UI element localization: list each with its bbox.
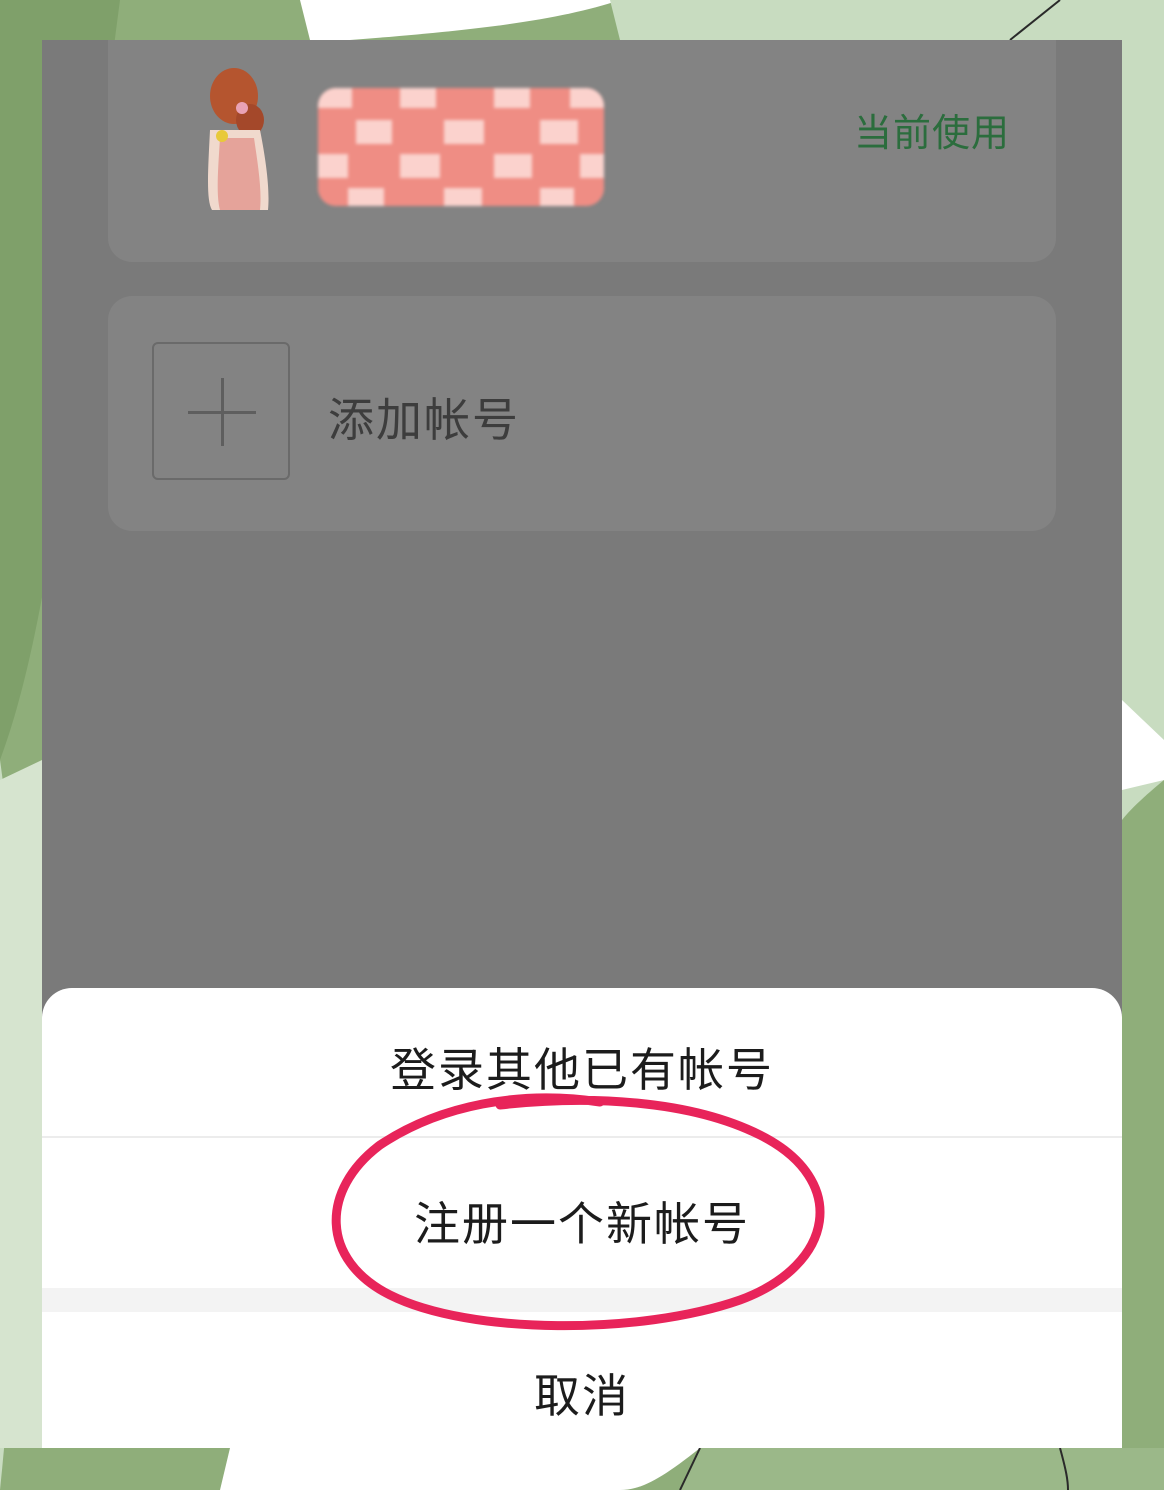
section-gap	[42, 1288, 1122, 1312]
add-account-card[interactable]: 添加帐号	[108, 296, 1056, 531]
avatar	[170, 60, 300, 210]
login-existing-account-button[interactable]: 登录其他已有帐号	[42, 1034, 1122, 1100]
register-new-account-button[interactable]: 注册一个新帐号	[42, 1188, 1122, 1254]
action-sheet: 登录其他已有帐号 注册一个新帐号 取消	[42, 988, 1122, 1448]
add-account-label: 添加帐号	[328, 393, 520, 447]
divider	[42, 1136, 1122, 1138]
current-account-status: 当前使用	[853, 111, 1010, 155]
masked-account-name	[318, 88, 604, 206]
cancel-button[interactable]: 取消	[42, 1360, 1122, 1426]
current-account-card[interactable]: 当前使用	[108, 40, 1056, 262]
account-switch-screen: 当前使用 添加帐号 登录其他已有帐号 注册一个新帐号 取消	[42, 40, 1122, 1448]
plus-icon	[152, 342, 290, 480]
